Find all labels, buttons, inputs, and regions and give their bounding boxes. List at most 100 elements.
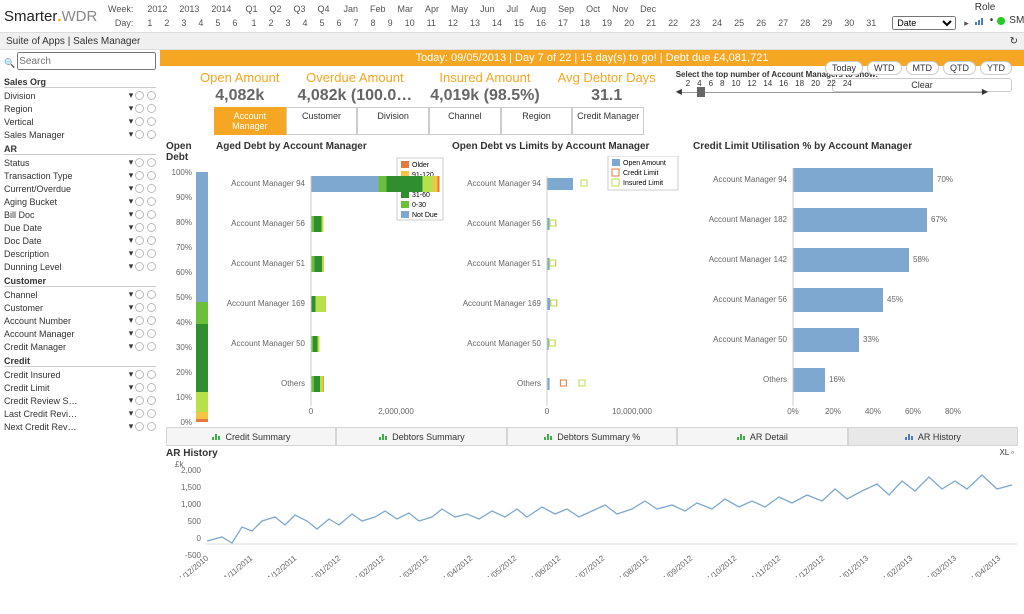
timenav-cell[interactable]: 21 (640, 17, 662, 29)
timenav-cell[interactable]: 8 (365, 17, 382, 29)
detail-tab[interactable]: AR History (848, 427, 1018, 446)
refresh-icon[interactable]: ↻ (1010, 36, 1018, 47)
detail-tab[interactable]: Debtors Summary % (507, 427, 677, 446)
dimension-tab[interactable]: Channel (429, 107, 501, 135)
timenav-cell[interactable]: 9 (382, 17, 399, 29)
timenav-cell[interactable]: 29 (816, 17, 838, 29)
top-n-slider[interactable]: ◀ ▶ (682, 92, 982, 93)
period-button[interactable]: YTD (980, 61, 1012, 75)
period-button[interactable]: MTD (906, 61, 940, 75)
filter-row[interactable]: Channel▾ (4, 288, 156, 301)
filter-row[interactable]: Sales Manager▾ (4, 128, 156, 141)
timenav-cell[interactable]: Mar (392, 3, 420, 15)
timenav-cell[interactable]: Jan (338, 3, 365, 15)
timenav-cell[interactable]: 25 (728, 17, 750, 29)
date-go-icon[interactable]: ▸ (958, 17, 975, 30)
filter-row[interactable]: Division▾ (4, 89, 156, 102)
timenav-cell[interactable]: 27 (772, 17, 794, 29)
timenav-cell[interactable]: 6 (331, 17, 348, 29)
dimension-tab[interactable]: Credit Manager (572, 107, 644, 135)
timenav-cell[interactable]: 16 (530, 17, 552, 29)
timenav-cell[interactable]: 17 (552, 17, 574, 29)
filter-row[interactable]: Account Manager▾ (4, 327, 156, 340)
timenav-cell[interactable]: Jun (474, 3, 501, 15)
detail-tab[interactable]: Credit Summary (166, 427, 336, 446)
timenav-cell[interactable]: 2014 (205, 3, 237, 15)
excel-export-icon[interactable]: XL ▫ (999, 448, 1014, 457)
timenav-cell[interactable]: Q3 (287, 3, 311, 15)
timenav-cell[interactable]: 22 (662, 17, 684, 29)
filter-row[interactable]: Current/Overdue▾ (4, 182, 156, 195)
filter-row[interactable]: Status▾ (4, 156, 156, 169)
timenav-cell[interactable]: 2012 (141, 3, 173, 15)
filter-row[interactable]: Last Credit Revi…▾ (4, 407, 156, 420)
timenav-cell[interactable]: 1 (141, 17, 158, 29)
filter-row[interactable]: Credit Manager▾ (4, 340, 156, 353)
timenav-cell[interactable]: 6 (226, 17, 243, 29)
filter-row[interactable]: Region▾ (4, 102, 156, 115)
dimension-tab[interactable]: Region (501, 107, 573, 135)
filter-row[interactable]: Doc Date▾ (4, 234, 156, 247)
date-selector[interactable]: Date (892, 16, 956, 30)
filter-row[interactable]: Next Credit Rev…▾ (4, 420, 156, 433)
filter-row[interactable]: Transaction Type▾ (4, 169, 156, 182)
timenav-cell[interactable]: 20 (618, 17, 640, 29)
timenav-cell[interactable]: 14 (486, 17, 508, 29)
timenav-cell[interactable]: 15 (508, 17, 530, 29)
timenav-cell[interactable]: 5 (209, 17, 226, 29)
timenav-cell[interactable]: Aug (524, 3, 552, 15)
timenav-cell[interactable]: Feb (364, 3, 392, 15)
dimension-tab[interactable]: Division (357, 107, 429, 135)
timenav-cell[interactable]: May (445, 3, 474, 15)
timenav-cell[interactable]: 23 (684, 17, 706, 29)
filter-row[interactable]: Due Date▾ (4, 221, 156, 234)
timenav-cell[interactable]: 30 (838, 17, 860, 29)
filter-row[interactable]: Aging Bucket▾ (4, 195, 156, 208)
timenav-cell[interactable]: Nov (606, 3, 634, 15)
filter-row[interactable]: Vertical▾ (4, 115, 156, 128)
timenav-cell[interactable]: Sep (552, 3, 580, 15)
timenav-cell[interactable]: Q2 (263, 3, 287, 15)
timenav-cell[interactable]: Q4 (311, 3, 335, 15)
dimension-tab[interactable]: Customer (286, 107, 358, 135)
timenav-cell[interactable]: 13 (464, 17, 486, 29)
filter-row[interactable]: Credit Limit▾ (4, 381, 156, 394)
timenav-cell[interactable]: 7 (348, 17, 365, 29)
timenav-cell[interactable]: 2 (262, 17, 279, 29)
period-button[interactable]: WTD (867, 61, 902, 75)
timenav-cell[interactable]: 28 (794, 17, 816, 29)
timenav-cell[interactable]: 12 (442, 17, 464, 29)
timenav-cell[interactable]: 10 (399, 17, 421, 29)
filter-row[interactable]: Credit Review S…▾ (4, 394, 156, 407)
dimension-tab[interactable]: Account Manager (214, 107, 286, 135)
timenav-cell[interactable]: 3 (279, 17, 296, 29)
detail-tab[interactable]: AR Detail (677, 427, 847, 446)
filter-row[interactable]: Customer▾ (4, 301, 156, 314)
filter-row[interactable]: Description▾ (4, 247, 156, 260)
period-button[interactable]: Today (825, 61, 863, 75)
timenav-cell[interactable]: 2 (158, 17, 175, 29)
timenav-cell[interactable]: 3 (175, 17, 192, 29)
timenav-cell[interactable]: 5 (314, 17, 331, 29)
filter-row[interactable]: Bill Doc▾ (4, 208, 156, 221)
filter-row[interactable]: Dunning Level▾ (4, 260, 156, 273)
timenav-cell[interactable]: 1 (245, 17, 262, 29)
timenav-cell[interactable]: Apr (419, 3, 445, 15)
period-button[interactable]: QTD (943, 61, 976, 75)
timenav-cell[interactable]: 31 (860, 17, 882, 29)
timenav-cell[interactable]: 26 (750, 17, 772, 29)
filter-row[interactable]: Credit Insured▾ (4, 368, 156, 381)
timenav-cell[interactable]: Jul (501, 3, 525, 15)
timenav-cell[interactable]: Dec (634, 3, 662, 15)
timenav-cell[interactable]: 4 (192, 17, 209, 29)
timenav-cell[interactable]: Q1 (239, 3, 263, 15)
timenav-cell[interactable]: 24 (706, 17, 728, 29)
timenav-cell[interactable]: 19 (596, 17, 618, 29)
filter-row[interactable]: Account Number▾ (4, 314, 156, 327)
timenav-cell[interactable]: 4 (296, 17, 313, 29)
timenav-cell[interactable]: 11 (421, 17, 442, 29)
timenav-cell[interactable]: 18 (574, 17, 596, 29)
timenav-cell[interactable]: 2013 (173, 3, 205, 15)
search-input[interactable] (17, 52, 156, 70)
detail-tab[interactable]: Debtors Summary (336, 427, 506, 446)
